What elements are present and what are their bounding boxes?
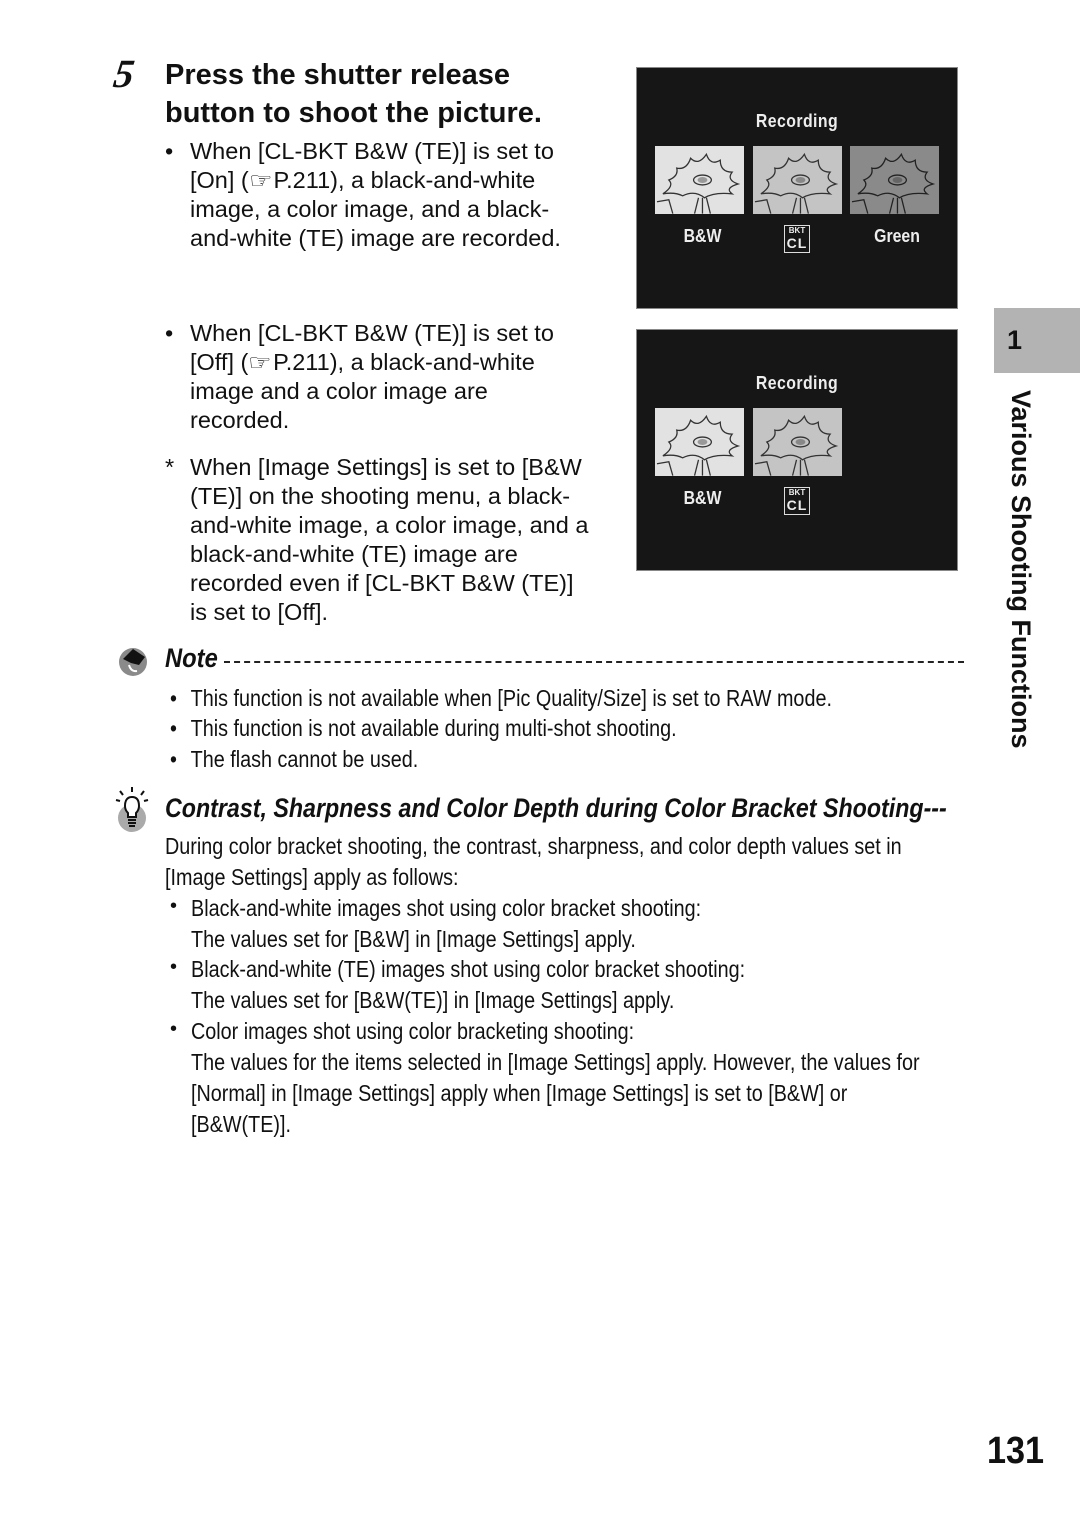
text-line: [Off] (☞P.211), a black-and-white (190, 348, 620, 377)
badge-bottom-text: CL (786, 235, 808, 251)
note-item: • This function is not available when [Pi… (170, 684, 832, 713)
step-number: 5 (110, 51, 137, 96)
note-divider (224, 661, 964, 663)
page-reference-link[interactable]: P.211), a black-and-white (273, 349, 535, 375)
flower-image-icon (656, 414, 741, 476)
tip-item-title: Color images shot using color bracketing… (191, 1018, 635, 1044)
text-line: (TE)] on the shooting menu, a black- (190, 483, 571, 509)
green-label: Green (874, 226, 920, 246)
pointing-hand-icon: ☞ (248, 350, 273, 375)
tip-intro: [Image Settings] apply as follows: (165, 864, 459, 890)
text-line: image, a color image, and a black- (190, 196, 550, 222)
tip-intro: During color bracket shooting, the contr… (165, 833, 902, 859)
step-title: Press the shutter release button to shoo… (165, 56, 625, 132)
note-icon (119, 648, 147, 676)
bw-label: B&W (683, 226, 722, 246)
note-item: • This function is not available during m… (170, 714, 677, 743)
tip-item-body: The values for the items selected in [Im… (191, 1049, 920, 1075)
flower-image-icon (754, 152, 839, 214)
camera-screen-on: Recording B&W BKT CL Green (636, 67, 958, 309)
tip-item-body: [B&W(TE)]. (191, 1111, 292, 1137)
tip-item-title: Black-and-white (TE) images shot using c… (191, 956, 746, 982)
recording-label: Recording (755, 373, 839, 393)
text-fragment: [On] ( (190, 167, 249, 193)
bullet-mark: • (165, 138, 174, 164)
pointing-hand-icon: ☞ (248, 168, 273, 193)
text-line: When [CL-BKT B&W (TE)] is set to (190, 320, 554, 346)
thumbnail-bw (655, 408, 744, 476)
text-line: When [CL-BKT B&W (TE)] is set to (190, 138, 554, 164)
recording-label: Recording (755, 111, 839, 131)
step-title-line: button to shoot the picture. (165, 97, 542, 129)
thumbnail-color (753, 408, 842, 476)
text-line: recorded even if [CL-BKT B&W (TE)] (190, 570, 574, 596)
note-item: • The flash cannot be used. (170, 745, 418, 774)
text-line: When [Image Settings] is set to [B&W (190, 454, 582, 480)
text-line: is set to [Off]. (190, 599, 329, 625)
chapter-title-text: Various Shooting Functions (1006, 390, 1036, 749)
text-line: image and a color image are (190, 378, 488, 404)
thumbnail-green (850, 146, 939, 214)
bullet-mark: • (170, 895, 178, 917)
bullet-mark: • (170, 746, 177, 772)
flower-image-icon (851, 152, 936, 214)
text-fragment: [Off] ( (190, 349, 249, 375)
thumbnail-color (753, 146, 842, 214)
text-line: and-white (TE) image are recorded. (190, 225, 561, 251)
tip-item-title: Black-and-white images shot using color … (191, 895, 702, 921)
bullet-mark: • (170, 685, 177, 711)
bkt-cl-icon: BKT CL (784, 487, 810, 515)
text-line: recorded. (190, 407, 290, 433)
step-title-line: Press the shutter release (165, 59, 510, 91)
note-item-text: This function is not available during mu… (190, 715, 677, 741)
note-heading: Note (165, 643, 218, 673)
thumbnail-bw (655, 146, 744, 214)
flower-image-icon (656, 152, 741, 214)
text-line: black-and-white (TE) image are (190, 541, 518, 567)
asterisk-mark: * (165, 454, 175, 480)
bw-label: B&W (683, 488, 722, 508)
tip-item-body: The values set for [B&W] in [Image Setti… (191, 926, 636, 952)
chapter-title: Various Shooting Functions (1000, 390, 1040, 780)
badge-bottom-text: CL (786, 497, 808, 513)
bullet-mark: • (170, 715, 177, 741)
page-number: 131 (987, 1430, 1045, 1472)
chapter-number: 1 (1007, 325, 1023, 355)
bullet-mark: • (170, 956, 178, 978)
lightbulb-icon (115, 787, 149, 832)
text-line: [On] (☞P.211), a black-and-white (190, 166, 620, 195)
note-item-text: The flash cannot be used. (190, 746, 419, 772)
bullet-mark: • (165, 320, 174, 346)
tip-item-body: The values set for [B&W(TE)] in [Image S… (191, 987, 675, 1013)
bkt-cl-icon: BKT CL (784, 225, 810, 253)
bullet-mark: • (170, 1018, 178, 1040)
tip-heading: Contrast, Sharpness and Color Depth duri… (165, 793, 947, 823)
tip-item-body: [Normal] in [Image Settings] apply when … (191, 1080, 848, 1106)
camera-screen-off: Recording B&W BKT CL (636, 329, 958, 571)
text-line: and-white image, a color image, and a (190, 512, 589, 538)
note-item-text: This function is not available when [Pic… (190, 685, 832, 711)
chapter-tab[interactable]: 1 (994, 308, 1080, 373)
page-reference-link[interactable]: P.211), a black-and-white (274, 167, 536, 193)
flower-image-icon (754, 414, 839, 476)
